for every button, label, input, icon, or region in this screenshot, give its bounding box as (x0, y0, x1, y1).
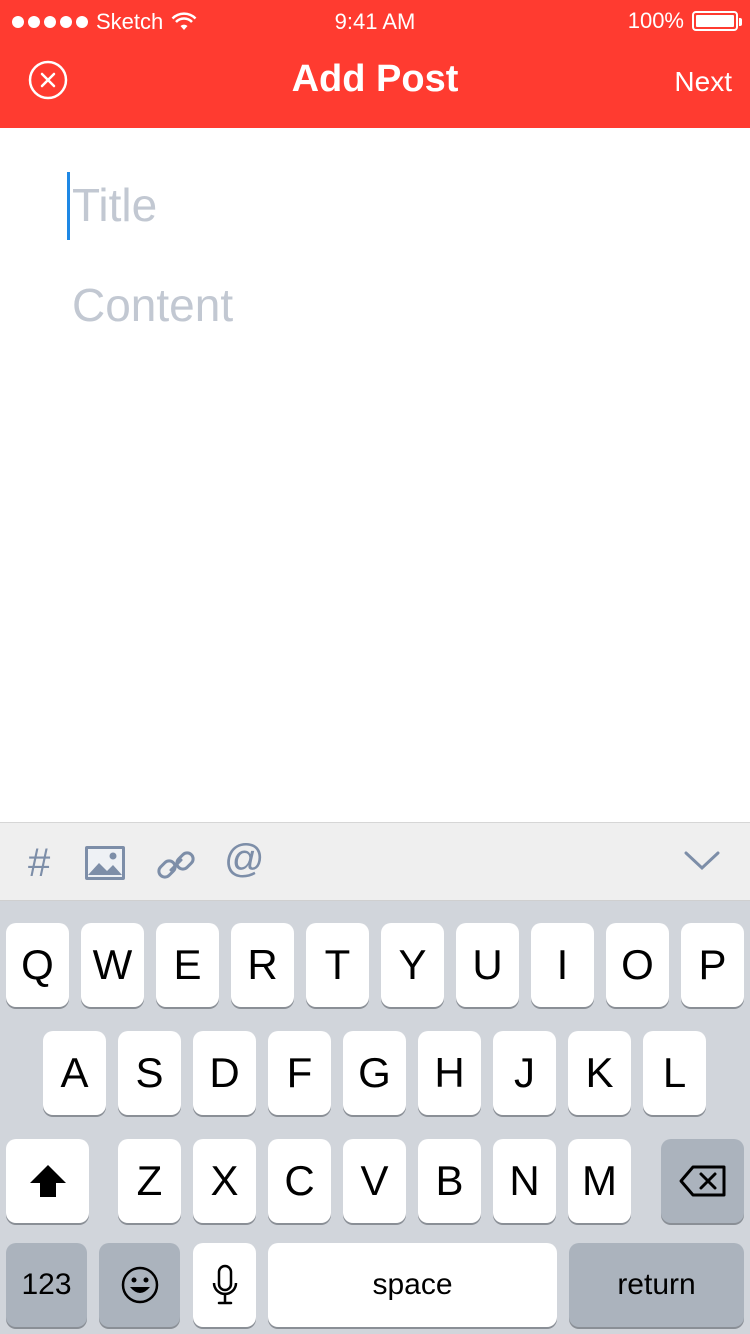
status-right: 100% (627, 8, 742, 34)
return-key[interactable]: return (569, 1243, 744, 1327)
key-t[interactable]: T (306, 923, 369, 1007)
microphone-icon (212, 1264, 237, 1305)
key-j[interactable]: J (493, 1031, 556, 1115)
link-icon[interactable] (154, 843, 198, 892)
key-i[interactable]: I (531, 923, 594, 1007)
page-title: Add Post (291, 58, 459, 100)
shift-icon (29, 1165, 66, 1197)
status-bar: Sketch 9:41 AM 100% (0, 0, 750, 44)
key-m[interactable]: M (568, 1139, 631, 1223)
key-b[interactable]: B (418, 1139, 481, 1223)
key-d[interactable]: D (193, 1031, 256, 1115)
battery-icon (692, 11, 742, 31)
key-g[interactable]: G (343, 1031, 406, 1115)
key-y[interactable]: Y (381, 923, 444, 1007)
space-key[interactable]: space (268, 1243, 557, 1327)
emoji-key[interactable] (99, 1243, 180, 1327)
key-w[interactable]: W (81, 923, 144, 1007)
emoji-icon (121, 1266, 158, 1304)
numbers-key[interactable]: 123 (6, 1243, 87, 1327)
text-caret (67, 172, 70, 240)
key-r[interactable]: R (231, 923, 294, 1007)
header-bar: Sketch 9:41 AM 100% Add Post Next (0, 0, 750, 128)
key-n[interactable]: N (493, 1139, 556, 1223)
key-q[interactable]: Q (6, 923, 69, 1007)
key-z[interactable]: Z (118, 1139, 181, 1223)
content-input[interactable]: Content (72, 278, 233, 332)
key-s[interactable]: S (118, 1031, 181, 1115)
backspace-icon (679, 1165, 725, 1197)
chevron-down-icon[interactable] (684, 851, 720, 876)
key-h[interactable]: H (418, 1031, 481, 1115)
key-a[interactable]: A (43, 1031, 106, 1115)
battery-percent: 100% (627, 8, 684, 33)
key-u[interactable]: U (456, 923, 519, 1007)
dictation-key[interactable] (193, 1243, 256, 1327)
key-p[interactable]: P (681, 923, 744, 1007)
key-c[interactable]: C (268, 1139, 331, 1223)
post-editor: Title Content (0, 128, 750, 822)
key-x[interactable]: X (193, 1139, 256, 1223)
mention-icon[interactable]: @ (224, 837, 265, 882)
image-icon[interactable] (84, 845, 126, 886)
hashtag-icon[interactable]: # (28, 841, 50, 886)
title-input[interactable]: Title (72, 178, 157, 232)
key-v[interactable]: V (343, 1139, 406, 1223)
delete-key[interactable] (661, 1139, 744, 1223)
key-k[interactable]: K (568, 1031, 631, 1115)
keyboard: Q W E R T Y U I O P A S D F G H J K L Z … (0, 901, 750, 1334)
key-l[interactable]: L (643, 1031, 706, 1115)
key-o[interactable]: O (606, 923, 669, 1007)
shift-key[interactable] (6, 1139, 89, 1223)
key-e[interactable]: E (156, 923, 219, 1007)
format-toolbar: # @ (0, 822, 750, 901)
key-f[interactable]: F (268, 1031, 331, 1115)
next-button[interactable]: Next (674, 66, 732, 98)
